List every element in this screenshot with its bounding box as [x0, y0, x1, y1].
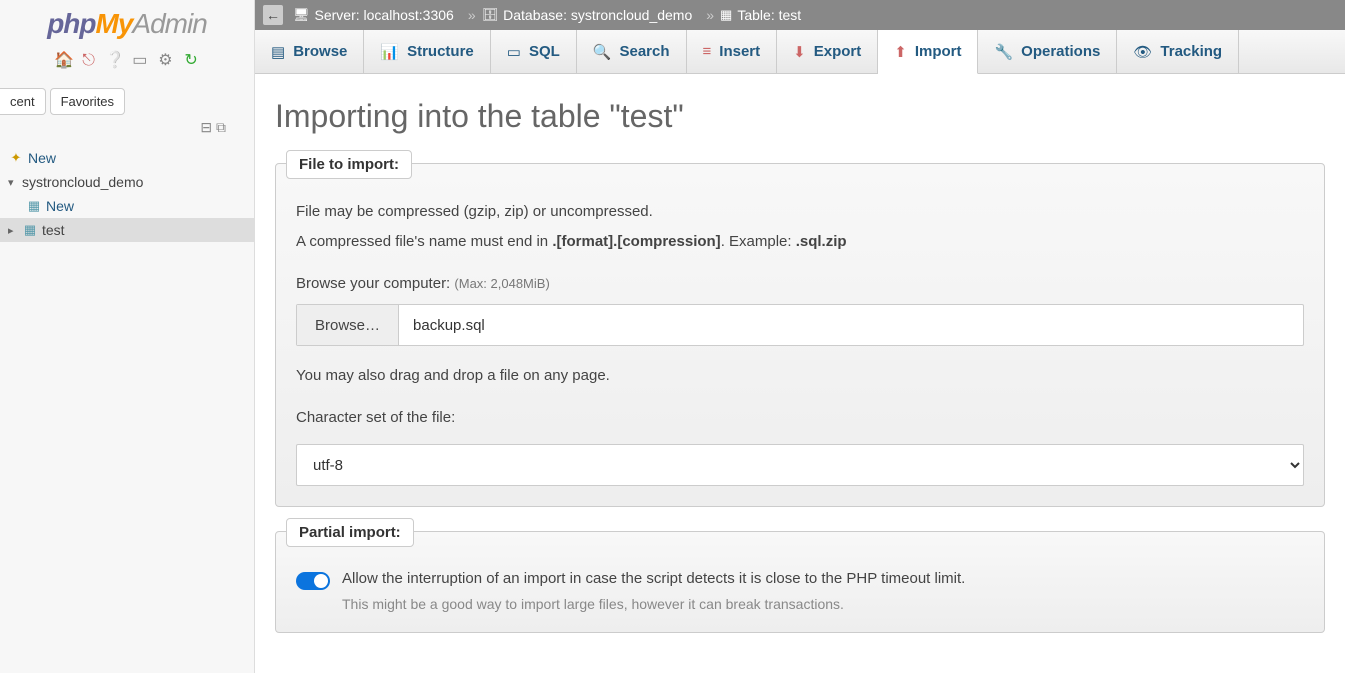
- drag-hint: You may also drag and drop a file on any…: [296, 364, 1304, 388]
- bc-table[interactable]: ▦ Table: test: [720, 7, 801, 23]
- back-button[interactable]: ←: [263, 5, 283, 25]
- tab-label: Structure: [407, 43, 474, 60]
- structure-icon: 📊: [380, 43, 399, 61]
- table-new-icon: ▦: [26, 198, 42, 214]
- main: ← 🖥 Server: localhost:3306 » 🗄Database: s…: [255, 0, 1345, 673]
- example-bold: .sql.zip: [796, 233, 847, 250]
- format-bold: .[format].[compression]: [552, 233, 720, 250]
- tab-label: Insert: [719, 43, 760, 60]
- allow-interrupt-row: Allow the interruption of an import in c…: [296, 570, 1304, 590]
- bc-database[interactable]: 🗄Database: systroncloud_demo: [482, 7, 693, 23]
- allow-interrupt-toggle[interactable]: [296, 572, 330, 590]
- table-icon: ▦: [22, 222, 38, 238]
- file-input-row: Browse… backup.sql: [296, 304, 1304, 346]
- tab-label: Browse: [293, 43, 347, 60]
- tab-label: Operations: [1021, 43, 1100, 60]
- expand-icon[interactable]: ▾: [8, 176, 22, 189]
- logo[interactable]: phpMyAdmin: [0, 0, 254, 44]
- allow-interrupt-label: Allow the interruption of an import in c…: [342, 570, 965, 587]
- sidebar: phpMyAdmin 🏠 ⎋ ❔ ▭ ⚙ ↻ cent Favorites ⊟ …: [0, 0, 255, 673]
- tree-new-db[interactable]: ✦ New: [0, 146, 254, 170]
- file-help-1: File may be compressed (gzip, zip) or un…: [296, 200, 1304, 224]
- new-icon: ✦: [8, 150, 24, 166]
- selected-file-name: backup.sql: [399, 305, 1303, 345]
- tracking-icon: 👁: [1133, 43, 1152, 61]
- bc-sep: »: [706, 7, 714, 23]
- charset-label: Character set of the file:: [296, 406, 1304, 430]
- insert-icon: ≡: [703, 43, 712, 60]
- max-hint: (Max: 2,048MiB): [454, 276, 549, 291]
- tab-operations[interactable]: 🔧 Operations: [978, 30, 1117, 73]
- tab-label: Export: [814, 43, 862, 60]
- tab-recent[interactable]: cent: [0, 88, 46, 115]
- partial-import-fieldset: Partial import: Allow the interruption o…: [275, 531, 1325, 633]
- settings-icon[interactable]: ⚙: [156, 50, 174, 68]
- export-icon: ⬇: [793, 43, 806, 61]
- operations-icon: 🔧: [994, 43, 1013, 61]
- text: Browse your computer:: [296, 275, 454, 292]
- tree-label: systroncloud_demo: [22, 174, 143, 190]
- tab-sql[interactable]: ▭ SQL: [491, 30, 577, 73]
- server-icon: 🖥: [293, 7, 310, 23]
- tree-db[interactable]: ▾ systroncloud_demo: [0, 170, 254, 194]
- bc-server[interactable]: 🖥 Server: localhost:3306: [293, 7, 454, 23]
- sidebar-tabs: cent Favorites: [0, 80, 254, 115]
- partial-import-legend: Partial import:: [286, 518, 414, 547]
- bc-server-label: Server: localhost:3306: [315, 7, 454, 23]
- sql-icon[interactable]: ▭: [131, 50, 149, 68]
- sidebar-toolbar: 🏠 ⎋ ❔ ▭ ⚙ ↻: [0, 44, 254, 80]
- sql-icon: ▭: [507, 43, 521, 61]
- bc-table-label: Table: test: [737, 7, 801, 23]
- tree-label: New: [28, 150, 56, 166]
- collapse-icon[interactable]: ⊟: [200, 119, 212, 135]
- database-icon: 🗄: [482, 7, 499, 23]
- logo-part-php: php: [47, 8, 95, 39]
- logo-part-admin: Admin: [132, 8, 206, 39]
- breadcrumb: ← 🖥 Server: localhost:3306 » 🗄Database: s…: [255, 0, 1345, 30]
- tree-label: test: [42, 222, 65, 238]
- content: Importing into the table "test" File to …: [255, 74, 1345, 673]
- tabs: ▤Browse 📊Structure ▭SQL 🔍Search ≡Insert …: [255, 30, 1345, 74]
- tab-label: Search: [619, 43, 669, 60]
- charset-select[interactable]: utf-8: [296, 444, 1304, 486]
- allow-interrupt-hint: This might be a good way to import large…: [342, 596, 1304, 612]
- file-import-fieldset: File to import: File may be compressed (…: [275, 163, 1325, 507]
- import-icon: ⬆: [894, 43, 907, 61]
- search-icon: 🔍: [593, 43, 612, 61]
- browse-icon: ▤: [271, 43, 285, 61]
- tab-label: SQL: [529, 43, 560, 60]
- tab-browse[interactable]: ▤ Browse: [255, 30, 364, 73]
- link-icon[interactable]: ⧉: [216, 119, 226, 135]
- refresh-icon[interactable]: ↻: [182, 50, 200, 68]
- tab-label: Tracking: [1160, 43, 1222, 60]
- tree-label: New: [46, 198, 74, 214]
- tab-search[interactable]: 🔍 Search: [577, 30, 687, 73]
- tree-db-new[interactable]: ▦ New: [0, 194, 254, 218]
- expand-icon[interactable]: ▸: [8, 224, 22, 237]
- file-help-2: A compressed file's name must end in .[f…: [296, 230, 1304, 254]
- home-icon[interactable]: 🏠: [54, 50, 72, 68]
- nav-tree: ✦ New ▾ systroncloud_demo ▦ New ▸ ▦ test: [0, 142, 254, 242]
- browse-label: Browse your computer: (Max: 2,048MiB): [296, 272, 1304, 296]
- bc-database-label: Database: systroncloud_demo: [503, 7, 692, 23]
- page-title: Importing into the table "test": [275, 98, 1325, 135]
- exit-icon[interactable]: ⎋: [80, 52, 98, 70]
- tab-structure[interactable]: 📊 Structure: [364, 30, 490, 73]
- tab-label: Import: [915, 43, 962, 60]
- file-import-legend: File to import:: [286, 150, 412, 179]
- browse-button[interactable]: Browse…: [297, 305, 399, 345]
- tree-table-test[interactable]: ▸ ▦ test: [0, 218, 254, 242]
- text: A compressed file's name must end in: [296, 233, 552, 250]
- tab-favorites[interactable]: Favorites: [50, 88, 125, 115]
- help-icon[interactable]: ❔: [105, 50, 123, 68]
- tab-tracking[interactable]: 👁 Tracking: [1117, 30, 1239, 73]
- logo-part-my: My: [96, 8, 133, 39]
- tab-export[interactable]: ⬇ Export: [777, 30, 878, 73]
- tab-import[interactable]: ⬆ Import: [878, 30, 978, 74]
- bc-sep: »: [468, 7, 476, 23]
- table-icon: ▦: [720, 7, 732, 23]
- tree-toolbar: ⊟ ⧉: [0, 115, 254, 142]
- text: . Example:: [721, 233, 796, 250]
- tab-insert[interactable]: ≡ Insert: [687, 30, 778, 73]
